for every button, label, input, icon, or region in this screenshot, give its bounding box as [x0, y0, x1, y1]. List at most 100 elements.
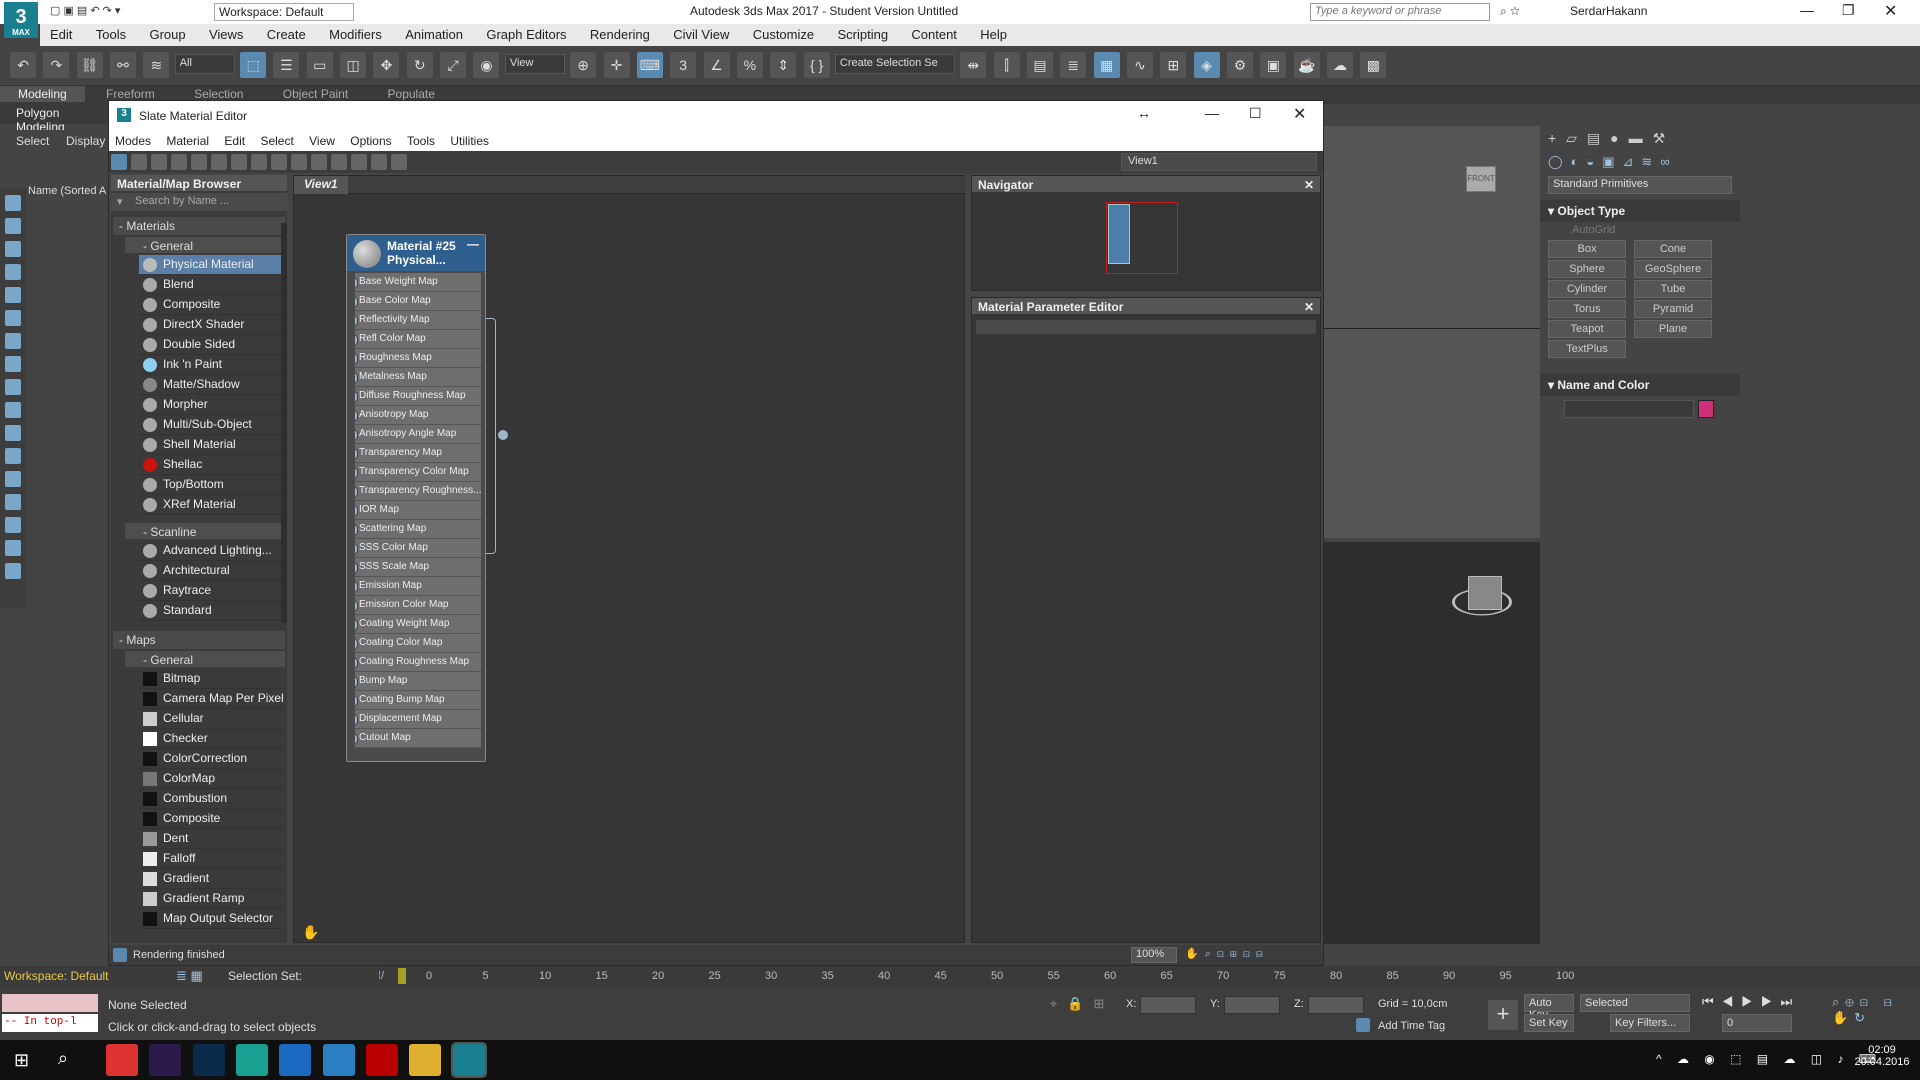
find-icon[interactable]: [5, 563, 21, 579]
filezilla-icon[interactable]: [366, 1044, 399, 1076]
slate-menu-edit[interactable]: Edit: [218, 131, 251, 151]
map-slot-transparency-map[interactable]: Transparency Map: [355, 444, 481, 463]
map-slot-coating-bump-map[interactable]: Coating Bump Map: [355, 691, 481, 710]
browser-scrollbar[interactable]: [281, 223, 287, 623]
a360-gallery-icon[interactable]: ▩: [1360, 52, 1387, 78]
material-item-multi-sub-object[interactable]: Multi/Sub-Object: [139, 415, 285, 435]
slate-menu-options[interactable]: Options: [344, 131, 397, 151]
skype-icon[interactable]: [322, 1044, 355, 1076]
show-background-icon[interactable]: [271, 154, 287, 170]
undo-icon[interactable]: ↶: [10, 52, 36, 78]
mirror-icon[interactable]: ⇹: [960, 52, 987, 78]
transform-lock-icons[interactable]: ⌖🔒⊞: [1050, 996, 1114, 1012]
menu-tools[interactable]: Tools: [86, 24, 136, 45]
create-geosphere-button[interactable]: GeoSphere: [1634, 260, 1712, 278]
align-icon[interactable]: ⫿: [993, 52, 1020, 78]
material-item-matte-shadow[interactable]: Matte/Shadow: [139, 375, 285, 395]
layout-all-icon[interactable]: [311, 154, 327, 170]
minimize-icon[interactable]: —: [1800, 2, 1814, 18]
menu-help[interactable]: Help: [970, 24, 1017, 45]
create-torus-button[interactable]: Torus: [1548, 300, 1626, 318]
scanline-item-standard[interactable]: Standard: [139, 601, 285, 621]
pan-hand-icon[interactable]: ✋: [302, 924, 319, 941]
bind-space-warp-icon[interactable]: ≋: [143, 52, 170, 78]
snaps-toggle-icon[interactable]: 3: [670, 52, 697, 78]
layout-children-icon[interactable]: [331, 154, 347, 170]
create-tube-button[interactable]: Tube: [1634, 280, 1712, 298]
reference-coordinate-dropdown[interactable]: View: [504, 54, 565, 74]
slate-close-icon[interactable]: ✕: [1293, 104, 1306, 124]
rendered-frame-window-icon[interactable]: ▣: [1260, 52, 1287, 78]
material-item-ink-n-paint[interactable]: Ink 'n Paint: [139, 355, 285, 375]
ribbon-tab-modeling[interactable]: Modeling: [0, 86, 85, 102]
create-pyramid-button[interactable]: Pyramid: [1634, 300, 1712, 318]
collapse-icon[interactable]: —: [467, 237, 479, 251]
set-key-mode-icon[interactable]: +: [1488, 1000, 1518, 1030]
spinner-snap-icon[interactable]: ⇕: [770, 52, 797, 78]
materials-general-header[interactable]: - General: [125, 237, 285, 253]
assign-to-selection-icon[interactable]: [171, 154, 187, 170]
put-to-scene-icon[interactable]: [151, 154, 167, 170]
map-slot-transparency-roughness[interactable]: Transparency Roughness...: [355, 482, 481, 501]
z-coordinate-input[interactable]: [1308, 996, 1364, 1014]
menu-civil-view[interactable]: Civil View: [663, 24, 739, 45]
slate-menu-utilities[interactable]: Utilities: [444, 131, 495, 151]
slate-minimize-icon[interactable]: —: [1205, 105, 1219, 121]
viewport-top[interactable]: FRONT: [1324, 126, 1540, 538]
map-slot-transparency-color-map[interactable]: Transparency Color Map: [355, 463, 481, 482]
scene-explorer-display[interactable]: Display: [66, 134, 105, 148]
map-item-cellular[interactable]: Cellular: [139, 709, 285, 729]
view-nav-icons[interactable]: ✋⌕⊡⊞⊡⊟: [1185, 947, 1269, 961]
select-scale-icon[interactable]: ⤢: [440, 52, 467, 78]
named-selection-sets-dropdown[interactable]: Create Selection Se: [834, 54, 955, 74]
show-map-in-viewport-icon[interactable]: [251, 154, 267, 170]
display-spacewarps-icon[interactable]: [5, 310, 21, 326]
search-icon[interactable]: ⌕ ☆: [1500, 4, 1520, 19]
filter-icon[interactable]: [5, 540, 21, 556]
unlink-icon[interactable]: ⚯: [110, 52, 137, 78]
display-cameras-icon[interactable]: [5, 264, 21, 280]
materials-group-header[interactable]: - Materials: [113, 217, 285, 235]
help-search-input[interactable]: Type a keyword or phrase: [1310, 3, 1490, 21]
material-item-shellac[interactable]: Shellac: [139, 455, 285, 475]
map-item-composite[interactable]: Composite: [139, 809, 285, 829]
redo-icon[interactable]: ↷: [43, 52, 70, 78]
move-children-icon[interactable]: [211, 154, 227, 170]
create-box-button[interactable]: Box: [1548, 240, 1626, 258]
select-move-icon[interactable]: ✥: [373, 52, 400, 78]
slate-select-tool-icon[interactable]: [111, 154, 127, 170]
scanline-item-architectural[interactable]: Architectural: [139, 561, 285, 581]
menu-modifiers[interactable]: Modifiers: [319, 24, 392, 45]
menu-customize[interactable]: Customize: [743, 24, 824, 45]
material-item-composite[interactable]: Composite: [139, 295, 285, 315]
placement-icon[interactable]: ◉: [473, 52, 500, 78]
percent-snap-icon[interactable]: %: [736, 52, 763, 78]
create-teapot-button[interactable]: Teapot: [1548, 320, 1626, 338]
map-item-colormap[interactable]: ColorMap: [139, 769, 285, 789]
display-geometry-icon[interactable]: [5, 195, 21, 211]
material-parameter-editor-icon[interactable]: [351, 154, 367, 170]
material-editor-icon[interactable]: ◈: [1193, 52, 1220, 78]
display-hidden-icon[interactable]: [5, 448, 21, 464]
material-item-physical-material[interactable]: Physical Material: [139, 255, 285, 275]
map-item-camera-map-per-pixel[interactable]: Camera Map Per Pixel: [139, 689, 285, 709]
slate-menu-material[interactable]: Material: [160, 131, 215, 151]
map-item-falloff[interactable]: Falloff: [139, 849, 285, 869]
scanline-item-raytrace[interactable]: Raytrace: [139, 581, 285, 601]
display-shapes-icon[interactable]: [5, 218, 21, 234]
menu-edit[interactable]: Edit: [40, 24, 82, 45]
select-by-name-icon[interactable]: ☰: [273, 52, 300, 78]
time-slider[interactable]: ⁞/ 0 5 10 15 20 25 30 35 40 45 50 55 60 65 70 75 80 85 90 9…: [378, 966, 1574, 988]
display-frozen-icon[interactable]: [5, 425, 21, 441]
map-item-colorcorrection[interactable]: ColorCorrection: [139, 749, 285, 769]
select-by-material-icon[interactable]: [391, 154, 407, 170]
workspace-dropdown[interactable]: Workspace: Default: [214, 3, 354, 21]
menu-create[interactable]: Create: [257, 24, 316, 45]
map-item-dent[interactable]: Dent: [139, 829, 285, 849]
map-slot-anisotropy-map[interactable]: Anisotropy Map: [355, 406, 481, 425]
ribbon-polygon-modeling[interactable]: Polygon Modeling: [0, 104, 110, 134]
material-map-browser-icon[interactable]: [371, 154, 387, 170]
material-item-xref-material[interactable]: XRef Material: [139, 495, 285, 515]
3dsmax-taskbar-icon[interactable]: [450, 1042, 487, 1078]
render-production-icon[interactable]: ☕: [1293, 52, 1320, 78]
